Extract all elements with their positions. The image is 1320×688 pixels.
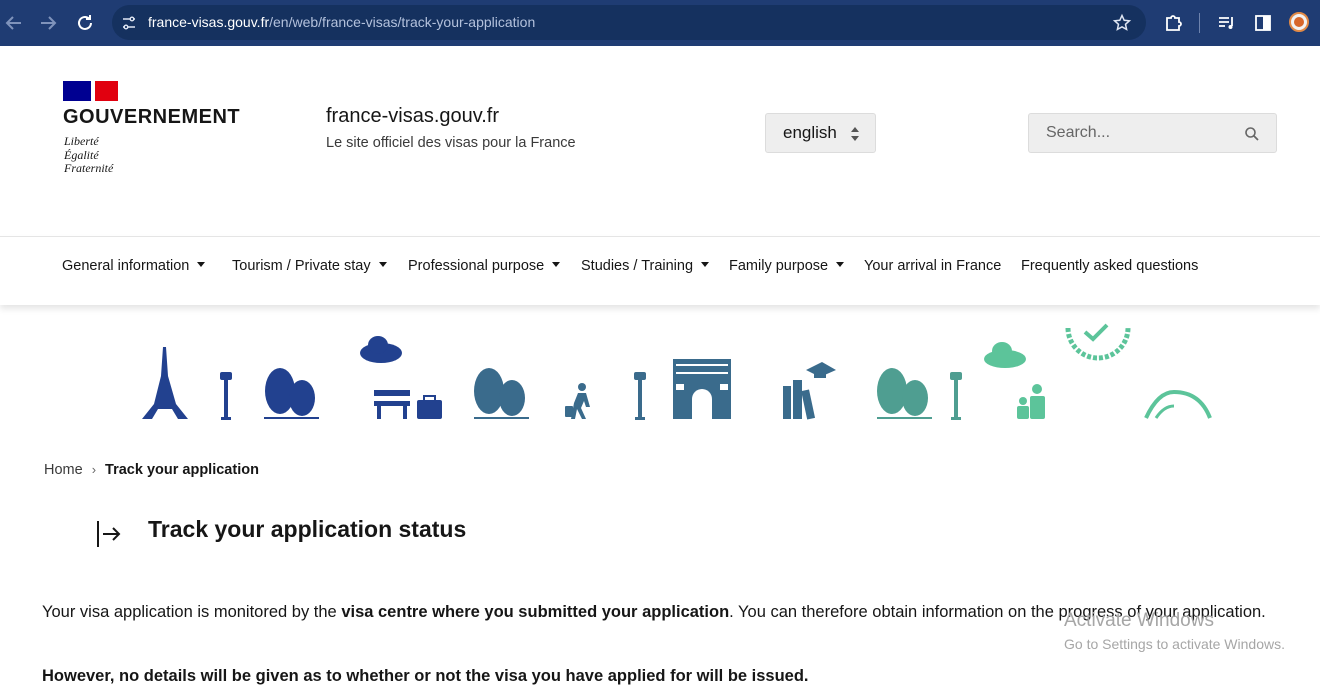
traveller-icon — [565, 383, 590, 419]
trees-icon — [474, 368, 529, 419]
forward-button[interactable] — [36, 11, 60, 35]
trees-icon — [877, 368, 932, 419]
nav-item-arrival[interactable]: Your arrival in France — [864, 258, 1001, 274]
nav-item-faq[interactable]: Frequently asked questions — [1021, 258, 1198, 274]
tune-icon[interactable] — [120, 14, 138, 32]
puzzle-icon[interactable] — [1163, 12, 1185, 34]
address-bar[interactable]: france-visas.gouv.fr/en/web/france-visas… — [112, 5, 1146, 40]
hill-icon — [1144, 389, 1212, 419]
nav-item-studies[interactable]: Studies / Training — [581, 258, 710, 274]
briefcase-icon — [417, 395, 442, 419]
avatar-icon[interactable] — [1289, 12, 1309, 32]
arrow-to-right-icon — [97, 521, 121, 547]
bench-icon — [374, 390, 410, 419]
reload-button[interactable] — [73, 11, 97, 35]
site-header: GOUVERNEMENT Liberté Égalité Fraternité … — [0, 46, 1320, 236]
notice-paragraph: However, no details will be given as to … — [42, 667, 809, 685]
cloud-icon — [360, 336, 402, 363]
caret-down-icon — [552, 262, 561, 267]
page-title: Track your application status — [148, 516, 467, 542]
family-icon — [1017, 384, 1045, 419]
reload-icon — [78, 15, 92, 30]
side-panel-icon[interactable] — [1252, 12, 1274, 34]
nav-item-family[interactable]: Family purpose — [729, 258, 845, 274]
caret-down-icon — [701, 262, 710, 267]
select-arrows-icon — [851, 127, 859, 141]
language-selected-value: english — [783, 123, 837, 142]
breadcrumb-current: Track your application — [105, 462, 259, 478]
search-icon[interactable] — [1244, 126, 1260, 142]
trees-icon — [264, 368, 319, 419]
lamp-post-icon — [634, 372, 646, 420]
language-select[interactable]: english — [765, 113, 876, 153]
search-placeholder: Search... — [1046, 124, 1111, 141]
graduation-cap-icon — [806, 362, 836, 378]
breadcrumb-home-link[interactable]: Home — [44, 462, 83, 478]
caret-down-icon — [836, 262, 845, 267]
republic-motto: Liberté Égalité Fraternité — [64, 134, 114, 175]
lamp-post-icon — [950, 372, 962, 420]
star-icon[interactable] — [1112, 13, 1132, 33]
site-subtitle: Le site officiel des visas pour la Franc… — [326, 135, 576, 151]
cloud-icon — [984, 342, 1026, 368]
books-icon — [783, 380, 816, 420]
nav-item-general-information[interactable]: General information — [62, 258, 206, 274]
activate-windows-watermark: Activate Windows Go to Settings to activ… — [1064, 610, 1285, 652]
arrow-right-icon — [41, 16, 57, 30]
lamp-post-icon — [220, 372, 232, 420]
caret-down-icon — [197, 262, 206, 267]
browser-toolbar: france-visas.gouv.fr/en/web/france-visas… — [0, 0, 1320, 46]
nav-item-professional[interactable]: Professional purpose — [408, 258, 561, 274]
caret-down-icon — [378, 262, 387, 267]
playlist-icon[interactable] — [1216, 12, 1238, 34]
decorative-banner — [142, 323, 1212, 420]
search-input[interactable]: Search... — [1028, 113, 1277, 153]
government-name[interactable]: GOUVERNEMENT — [63, 106, 240, 129]
approval-seal-icon — [1065, 323, 1131, 361]
site-title[interactable]: france-visas.gouv.fr — [326, 105, 499, 128]
toolbar-divider — [1199, 13, 1200, 33]
breadcrumb: Home › Track your application — [44, 462, 259, 478]
main-navigation: General information Tourism / Private st… — [0, 236, 1320, 305]
url-text[interactable]: france-visas.gouv.fr/en/web/france-visas… — [148, 14, 535, 30]
eiffel-tower-icon — [142, 347, 188, 419]
nav-item-tourism[interactable]: Tourism / Private stay — [232, 258, 387, 274]
arrow-left-icon — [5, 16, 21, 30]
breadcrumb-separator: › — [91, 462, 97, 477]
marianne-flag-logo[interactable] — [63, 81, 118, 101]
back-button[interactable] — [2, 11, 26, 35]
